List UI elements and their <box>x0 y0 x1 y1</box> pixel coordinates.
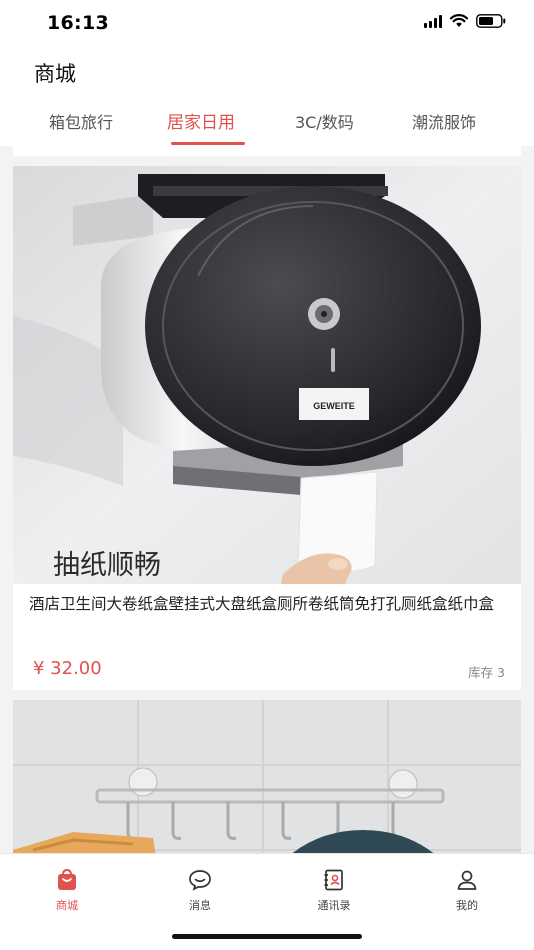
category-tabs: 箱包旅行 居家日用 3C/数码 潮流服饰 <box>0 104 534 146</box>
product-image[interactable]: GEWEITE 抽纸顺畅 <box>13 166 521 584</box>
header: 商城 箱包旅行 居家日用 3C/数码 潮流服饰 <box>0 46 534 146</box>
tab-home-daily[interactable]: 居家日用 <box>167 108 235 133</box>
status-time: 16:13 <box>47 12 109 34</box>
nav-profile[interactable]: 我的 <box>422 868 512 913</box>
product-image-caption: 抽纸顺畅 <box>53 550 161 581</box>
product-card[interactable]: GEWEITE 抽纸顺畅 酒店卫生间大卷纸盒壁挂式大盘纸盒厕所卷纸筒免打孔厕纸盒… <box>13 166 521 690</box>
nav-messages-label: 消息 <box>189 899 211 912</box>
previous-card-edge <box>13 146 521 156</box>
cellular-signal-icon <box>424 14 442 28</box>
nav-profile-label: 我的 <box>456 899 478 912</box>
nav-contacts-label: 通讯录 <box>317 899 351 912</box>
shop-bag-icon <box>58 868 76 890</box>
tab-fashion[interactable]: 潮流服饰 <box>412 109 476 133</box>
home-indicator[interactable] <box>172 934 362 939</box>
contacts-book-icon <box>324 869 343 891</box>
wifi-icon <box>450 14 468 27</box>
nav-shop[interactable]: 商城 <box>22 868 112 913</box>
active-tab-indicator <box>171 142 245 145</box>
nav-shop-label: 商城 <box>56 899 78 912</box>
chat-bubble-icon <box>189 870 211 891</box>
product-brand-label: GEWEITE <box>313 401 355 411</box>
tab-bags-travel[interactable]: 箱包旅行 <box>49 109 113 133</box>
status-icons <box>424 14 506 28</box>
product-stock: 库存 3 <box>468 665 505 680</box>
product-card[interactable] <box>13 700 521 853</box>
tab-3c-digital[interactable]: 3C/数码 <box>295 109 354 133</box>
product-feed[interactable]: GEWEITE 抽纸顺畅 酒店卫生间大卷纸盒壁挂式大盘纸盒厕所卷纸筒免打孔厕纸盒… <box>0 146 534 853</box>
nav-messages[interactable]: 消息 <box>155 868 245 913</box>
status-bar: 16:13 <box>0 0 534 46</box>
page-title: 商城 <box>34 62 76 86</box>
product-image[interactable] <box>13 700 521 853</box>
person-icon <box>457 870 477 890</box>
product-title[interactable]: 酒店卫生间大卷纸盒壁挂式大盘纸盒厕所卷纸筒免打孔厕纸盒纸巾盒 <box>29 594 509 615</box>
nav-contacts[interactable]: 通讯录 <box>289 868 379 913</box>
product-price: ¥ 32.00 <box>33 658 102 679</box>
battery-icon <box>476 14 506 28</box>
